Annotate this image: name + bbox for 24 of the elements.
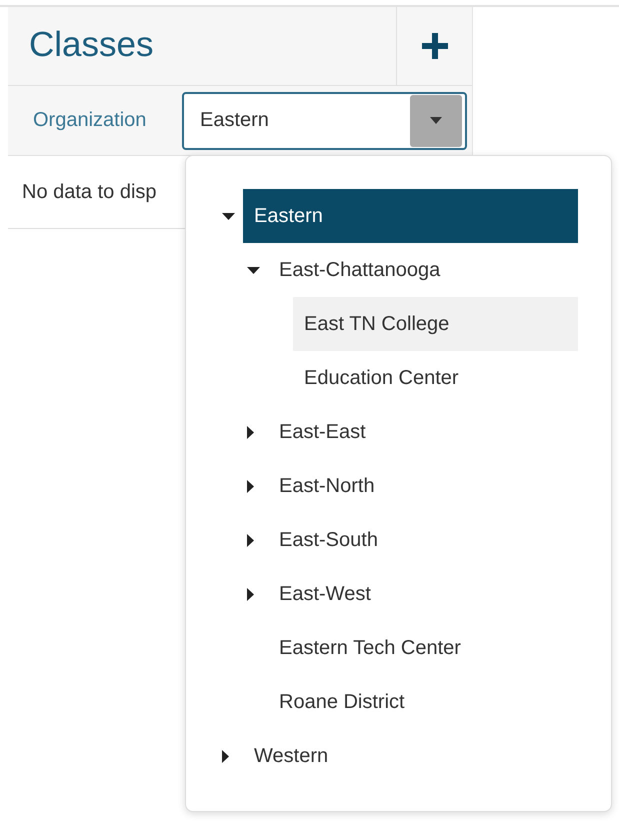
tree-item[interactable]: East-West bbox=[268, 567, 578, 621]
tree-item[interactable]: East-South bbox=[268, 513, 578, 567]
tree-item[interactable]: Education Center bbox=[293, 351, 578, 405]
collapse-arrow-icon[interactable] bbox=[247, 266, 260, 274]
filter-label: Organization bbox=[32, 109, 148, 132]
empty-message: No data to disp bbox=[22, 180, 157, 204]
tree-item[interactable]: Eastern Tech Center bbox=[268, 621, 578, 675]
tree-item[interactable]: Eastern bbox=[243, 189, 578, 243]
organization-select[interactable]: Eastern bbox=[182, 92, 467, 150]
expand-arrow-icon[interactable] bbox=[247, 480, 254, 492]
tree-item[interactable]: East TN College bbox=[293, 297, 578, 351]
tree-item[interactable]: Roane District bbox=[268, 675, 578, 729]
tree-item[interactable]: East-North bbox=[268, 459, 578, 513]
plus-icon bbox=[422, 33, 448, 59]
expand-arrow-icon[interactable] bbox=[247, 534, 254, 546]
expand-arrow-icon[interactable] bbox=[222, 750, 229, 762]
tree-item[interactable]: East-Chattanooga bbox=[268, 243, 578, 297]
expand-arrow-icon[interactable] bbox=[247, 426, 254, 438]
tree-item[interactable]: East-East bbox=[268, 405, 578, 459]
caret-icon bbox=[430, 117, 442, 124]
tree-item[interactable]: Western bbox=[243, 729, 578, 783]
panel-title: Classes bbox=[28, 24, 154, 66]
expand-arrow-icon[interactable] bbox=[247, 588, 254, 600]
collapse-arrow-icon[interactable] bbox=[222, 212, 235, 220]
